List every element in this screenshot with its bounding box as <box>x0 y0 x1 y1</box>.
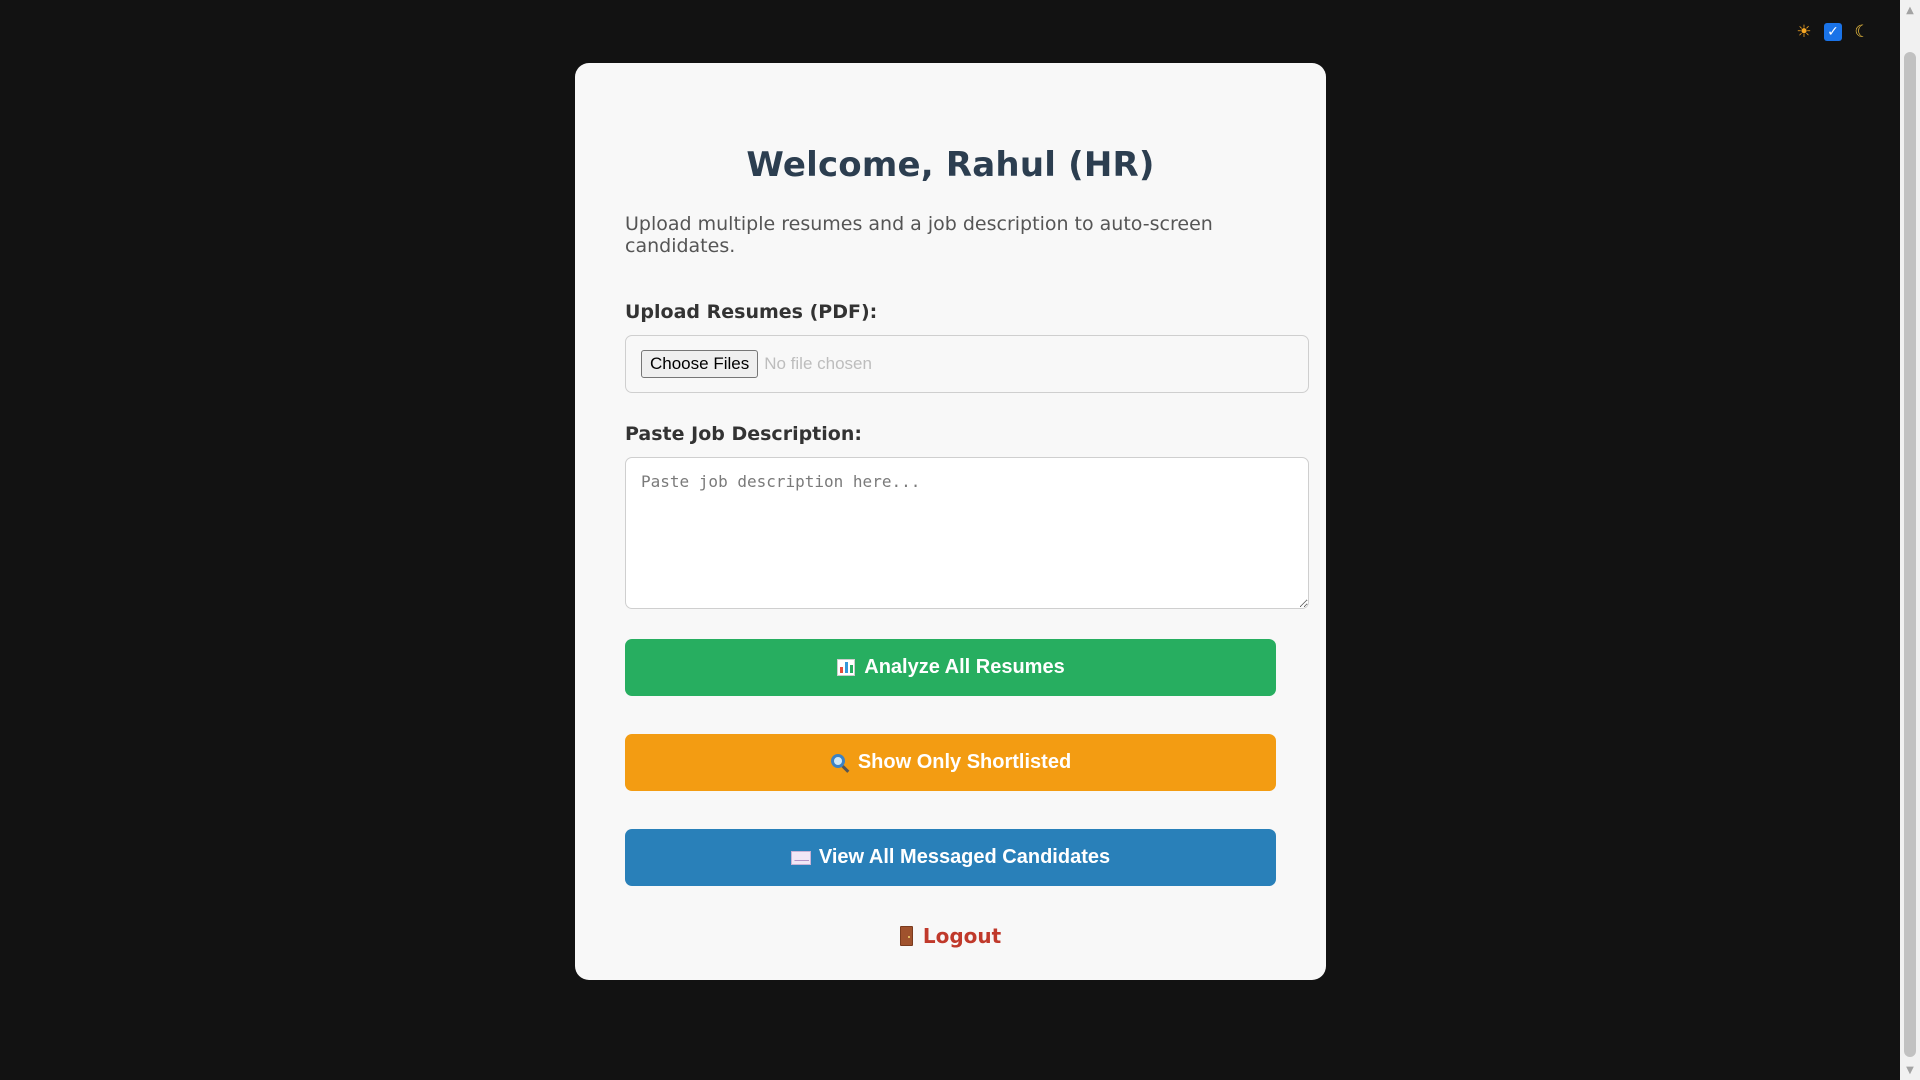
analyze-button-label: Analyze All Resumes <box>864 656 1065 678</box>
view-messaged-candidates-button[interactable]: View All Messaged Candidates <box>625 829 1276 886</box>
door-icon <box>899 926 913 946</box>
job-description-textarea[interactable] <box>625 457 1309 609</box>
choose-files-button[interactable]: Choose Files <box>641 350 759 378</box>
magnifier-icon <box>830 753 850 773</box>
theme-toggle[interactable]: ☀ ✓ ☾ <box>1794 22 1872 42</box>
scrollbar-thumb[interactable] <box>1904 52 1916 1057</box>
page: ☀ ✓ ☾ Welcome, Rahul (HR) Upload multipl… <box>0 0 1900 1080</box>
vertical-scrollbar[interactable]: ▲ ▼ <box>1900 0 1920 1080</box>
resume-file-input[interactable]: Choose Files No file chosen <box>625 335 1309 393</box>
sun-icon: ☀ <box>1796 22 1812 42</box>
envelope-icon <box>790 848 811 868</box>
page-subtitle: Upload multiple resumes and a job descri… <box>625 213 1213 257</box>
page-title: Welcome, Rahul (HR) <box>746 145 1155 185</box>
scroll-down-arrow-icon[interactable]: ▼ <box>1900 1062 1920 1078</box>
messaged-button-label: View All Messaged Candidates <box>818 846 1111 868</box>
analyze-all-resumes-button[interactable]: Analyze All Resumes <box>625 639 1276 696</box>
dashboard-card: Welcome, Rahul (HR) Upload multiple resu… <box>575 63 1326 980</box>
logout-link[interactable]: Logout <box>625 924 1276 948</box>
theme-checkbox[interactable]: ✓ <box>1824 23 1842 41</box>
logout-label: Logout <box>922 924 1002 948</box>
scroll-up-arrow-icon[interactable]: ▲ <box>1900 2 1920 18</box>
shortlist-button-label: Show Only Shortlisted <box>857 751 1072 773</box>
upload-resumes-label: Upload Resumes (PDF): <box>625 301 878 323</box>
show-only-shortlisted-button[interactable]: Show Only Shortlisted <box>625 734 1276 791</box>
bar-chart-icon <box>836 658 856 678</box>
moon-icon: ☾ <box>1854 22 1870 42</box>
file-status-text: No file chosen <box>764 354 872 373</box>
job-description-label: Paste Job Description: <box>625 423 862 445</box>
